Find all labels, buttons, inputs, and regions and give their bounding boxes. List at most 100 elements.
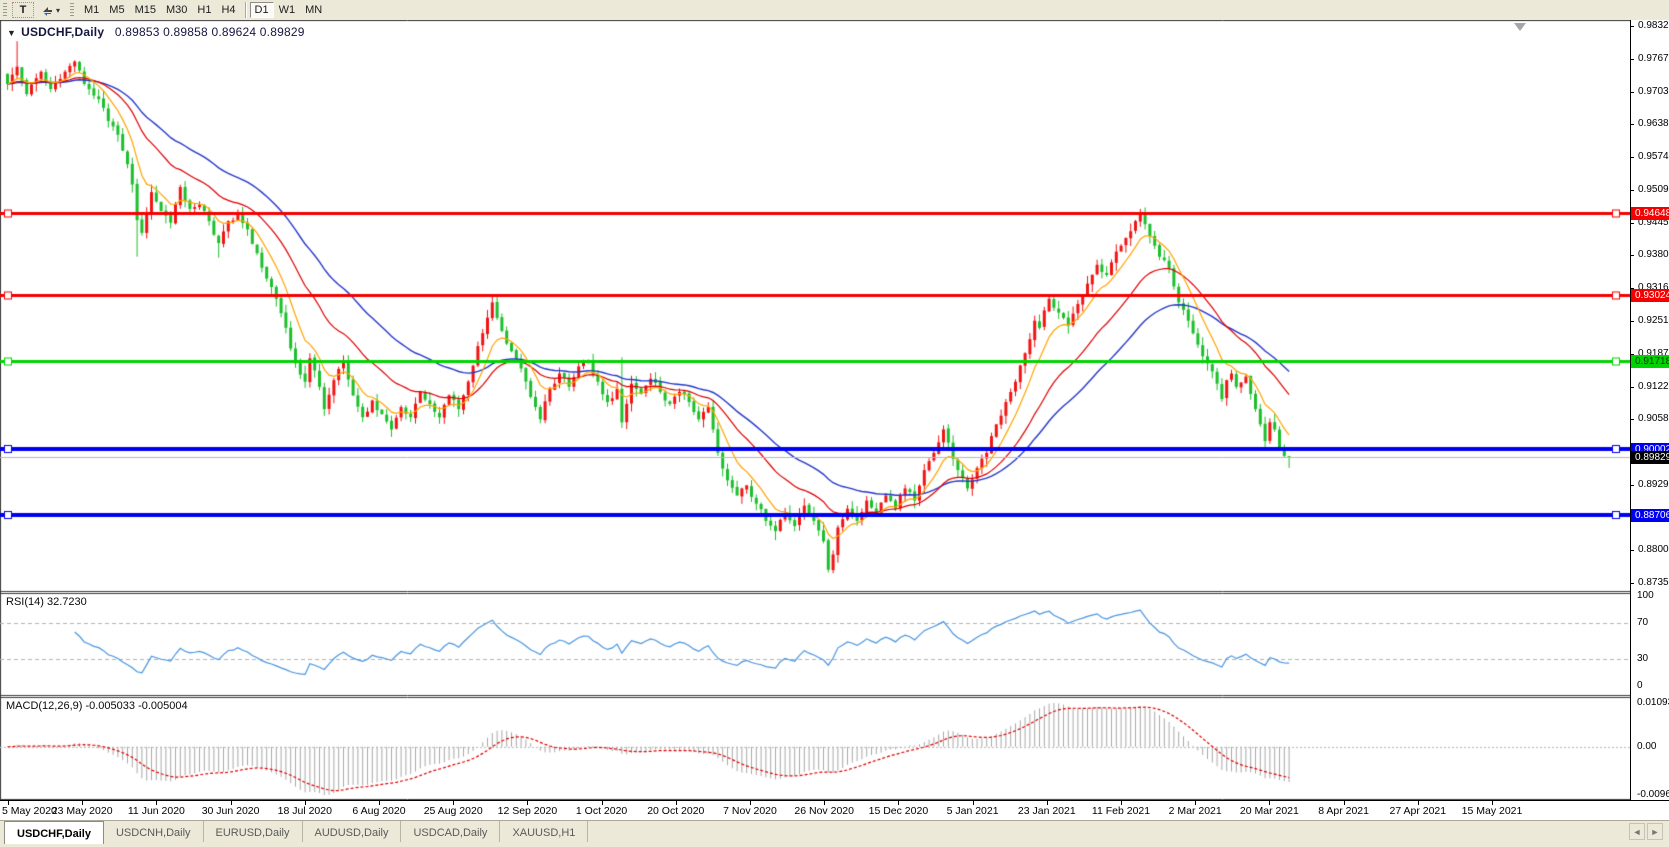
time-axis-label: 12 Sep 2020	[497, 805, 558, 817]
hline-price-tag-4[interactable]: 0.88706	[1631, 508, 1669, 522]
price-tick-mark	[1630, 26, 1634, 27]
time-axis-label: 1 Oct 2020	[575, 805, 628, 817]
chart-tab-usdcnh[interactable]: USDCNH,Daily	[104, 821, 204, 842]
price-tick-label: 0.89290	[1638, 478, 1669, 490]
chart-tab-usdchf[interactable]: USDCHF,Daily	[4, 821, 104, 844]
chevron-down-icon: ▾	[56, 5, 61, 15]
chart-tab-usdcad[interactable]: USDCAD,Daily	[401, 821, 501, 842]
timeframe-button-m30[interactable]: M30	[160, 2, 193, 18]
hline-price-tag-1[interactable]: 0.93024	[1631, 289, 1669, 303]
chart-title: ▼ USDCHF,Daily 0.89853 0.89858 0.89624 0.…	[7, 25, 305, 39]
time-axis-label: 5 Jan 2021	[946, 805, 999, 817]
symbol-period-label: USDCHF,Daily	[21, 25, 105, 39]
time-axis-label: 15 May 2021	[1461, 805, 1523, 817]
chart-tab-xauusd[interactable]: XAUUSD,H1	[500, 821, 589, 842]
macd-zero-label: 0.00	[1637, 740, 1657, 752]
time-axis-label: 27 Apr 2021	[1389, 805, 1447, 817]
rsi-level-label: 100	[1637, 590, 1654, 601]
time-axis: 5 May 2020 23 May 2020 11 Jun 2020 30 Jun 2…	[0, 800, 1669, 821]
time-axis-label: 18 Jul 2020	[277, 805, 332, 817]
price-tick-mark	[1630, 124, 1634, 126]
chart-dropdown-icon[interactable]: ▼	[7, 28, 16, 38]
price-axis: 0.98320 0.97675 0.97030 0.96385 0.95740 0.950…	[1630, 20, 1669, 800]
toolbar-grip[interactable]	[3, 3, 7, 17]
price-tick-mark	[1630, 320, 1634, 322]
chart-tab-audusd[interactable]: AUDUSD,Daily	[303, 821, 402, 842]
timeframe-button-m5[interactable]: M5	[104, 2, 130, 18]
toolbar-grip-2[interactable]	[70, 3, 75, 17]
hline-price-tag-0[interactable]: 0.94648	[1631, 206, 1669, 220]
price-tick-label: 0.87355	[1638, 577, 1669, 589]
price-tick-mark	[1630, 386, 1634, 388]
price-tick-mark	[1630, 189, 1634, 191]
timeframe-button-m1[interactable]: M1	[79, 2, 105, 18]
price-tick-mark	[1630, 484, 1634, 486]
price-tick-label: 0.95740	[1638, 151, 1669, 163]
timeframe-button-h1[interactable]: H1	[192, 2, 217, 18]
time-axis-label: 25 Aug 2020	[423, 805, 483, 817]
time-axis-label: 30 Jun 2020	[201, 805, 260, 817]
price-tick-mark	[1630, 58, 1634, 60]
macd-max-label: 0.010933	[1637, 697, 1669, 708]
price-tick-mark	[1630, 91, 1634, 93]
time-axis-label: 11 Feb 2021	[1091, 805, 1151, 817]
price-tick-label: 0.93805	[1638, 249, 1669, 261]
close-value: 0.89829	[259, 25, 305, 39]
time-axis-label: 23 May 2020	[51, 805, 113, 817]
price-tick-label: 0.90580	[1638, 413, 1669, 425]
timeframe-button-m15[interactable]: M15	[129, 2, 161, 18]
timeframe-button-d1[interactable]: D1	[249, 2, 274, 18]
time-axis-label: 23 Jan 2021	[1017, 805, 1076, 817]
price-tick-mark	[1630, 157, 1634, 159]
chart-shift-marker	[1514, 23, 1526, 31]
time-axis-label: 11 Jun 2020	[127, 805, 185, 817]
current-price-tag: 0.89829	[1631, 451, 1669, 465]
price-tick-mark	[1630, 419, 1634, 421]
timeframe-button-h4[interactable]: H4	[216, 2, 241, 18]
low-value: 0.89624	[211, 25, 257, 39]
text-tool-button[interactable]: T	[12, 2, 34, 18]
price-tick-label: 0.98320	[1638, 20, 1669, 31]
rsi-level-label: 70	[1637, 617, 1649, 628]
price-tick-label: 0.88000	[1638, 544, 1669, 556]
cursor-tool-button[interactable]: ▾	[36, 2, 66, 18]
chart-tab-eurusd[interactable]: EURUSD,Daily	[204, 821, 303, 842]
price-tick-label: 0.91225	[1638, 380, 1669, 392]
timeframe-group: M1 M5 M15 M30 H1 H4 D1 W1 MN	[79, 2, 328, 18]
price-tick-mark	[1630, 583, 1634, 585]
price-tick-label: 0.97675	[1638, 52, 1669, 64]
tab-scroll-left-button[interactable]: ◄	[1629, 823, 1645, 840]
time-axis-label: 26 Nov 2020	[794, 805, 854, 817]
rsi-level-label: 30	[1637, 653, 1649, 664]
time-axis-label: 8 Apr 2021	[1318, 805, 1369, 817]
time-axis-label: 2 Mar 2021	[1168, 805, 1222, 817]
time-axis-label: 6 Aug 2020	[352, 805, 406, 817]
price-tick-mark	[1630, 255, 1634, 257]
price-tick-mark	[1630, 550, 1634, 552]
tab-scroll-right-button[interactable]: ►	[1647, 823, 1663, 840]
rsi-level-label: 0	[1637, 680, 1643, 691]
cursor-arrows-icon	[43, 6, 52, 16]
price-tick-label: 0.92515	[1638, 314, 1669, 326]
high-value: 0.89858	[163, 25, 208, 39]
price-tick-label: 0.97030	[1638, 85, 1669, 97]
macd-min-label: -0.009657	[1637, 789, 1669, 800]
time-axis-label: 20 Mar 2021	[1239, 805, 1299, 817]
open-value: 0.89853	[114, 25, 160, 39]
chart-tab-bar: USDCHF,Daily USDCNH,Daily EURUSD,Daily AUDU…	[0, 820, 1669, 847]
mt4-terminal: { "toolbar": { "text_tool_label": "T", "…	[0, 0, 1669, 847]
chart-canvas[interactable]	[0, 20, 1630, 800]
timeframe-button-mn[interactable]: MN	[300, 2, 328, 18]
time-axis-label: 15 Dec 2020	[868, 805, 929, 817]
time-axis-label: 7 Nov 2020	[723, 805, 777, 817]
hline-price-tag-2[interactable]: 0.91718	[1631, 355, 1669, 369]
macd-indicator-label: MACD(12,26,9) -0.005033 -0.005004	[6, 700, 188, 712]
price-tick-label: 0.96385	[1638, 118, 1669, 130]
rsi-indicator-label: RSI(14) 32.7230	[6, 596, 87, 608]
price-tick-label: 0.95095	[1638, 183, 1669, 195]
price-tick-mark	[1630, 222, 1634, 224]
timeframe-button-w1[interactable]: W1	[273, 2, 301, 18]
time-axis-label: 20 Oct 2020	[647, 805, 705, 817]
time-axis-label: 5 May 2020	[2, 805, 57, 817]
top-toolbar: T ▾ M1 M5 M15 M30 H1 H4 D1 W1 MN	[0, 0, 1669, 21]
